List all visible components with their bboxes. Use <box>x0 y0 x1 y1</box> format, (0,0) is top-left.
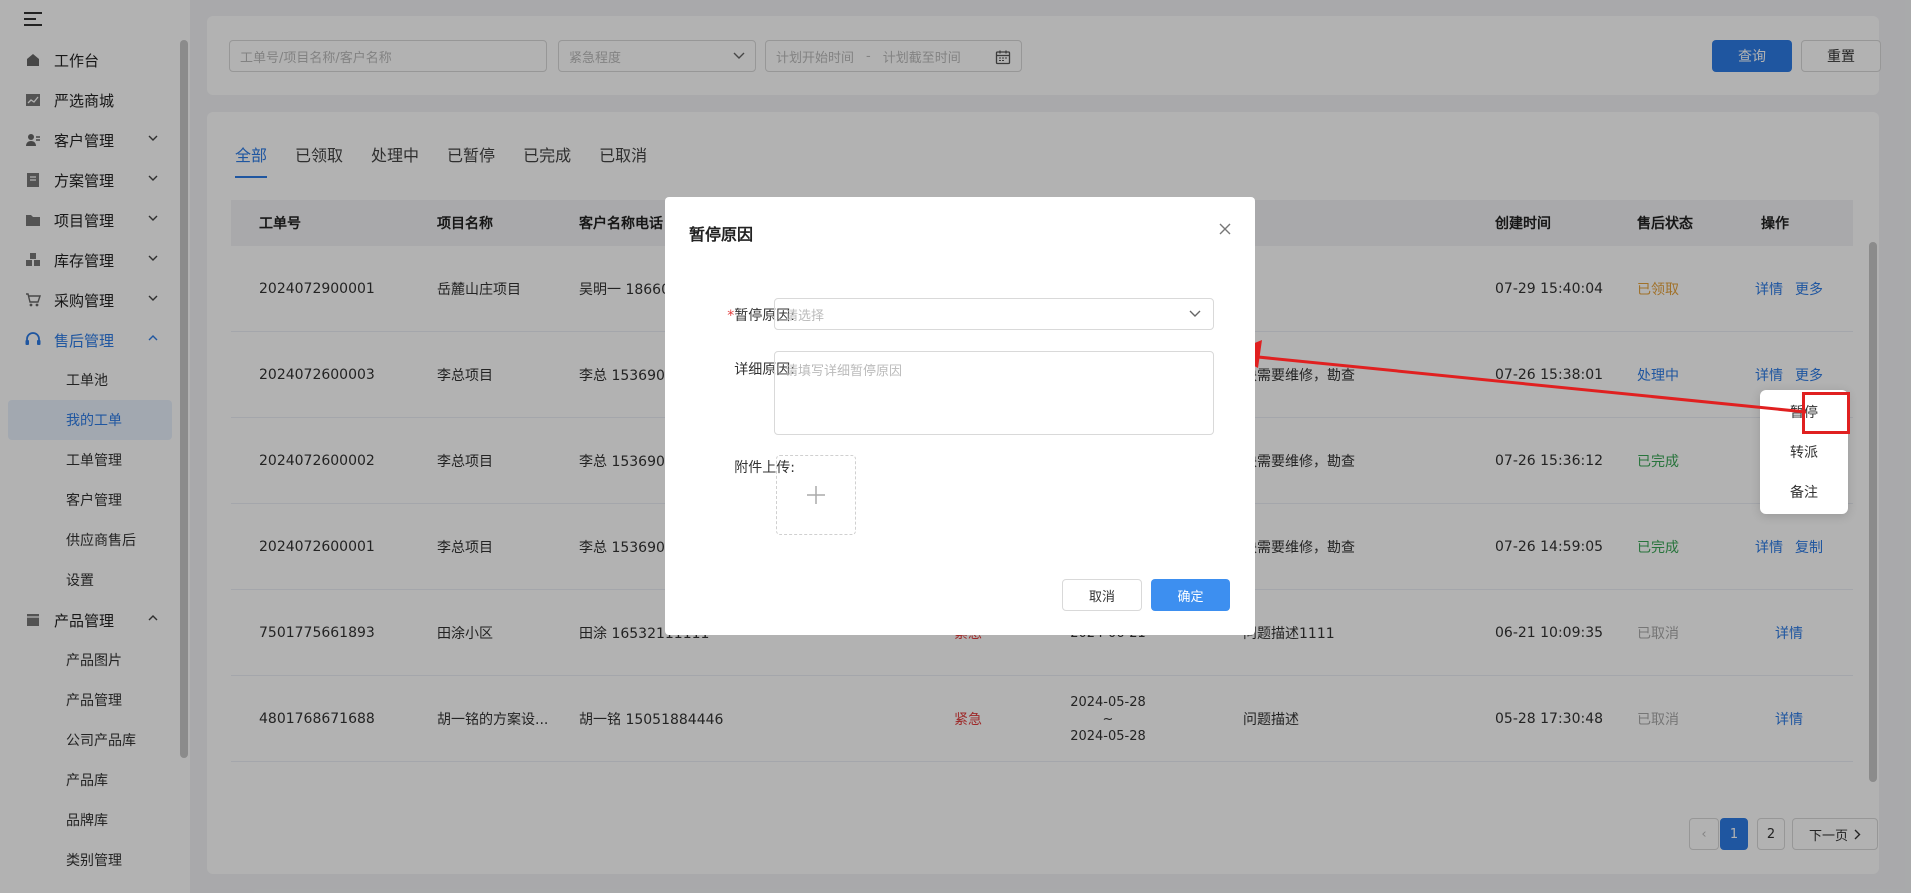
attachment-upload[interactable] <box>776 455 856 535</box>
confirm-button[interactable]: 确定 <box>1151 579 1230 611</box>
pause-reason-dialog: 暂停原因 *暂停原因: 请选择 详细原因: 请填写详细暂停原因 附件上传: 取消… <box>665 197 1255 635</box>
close-icon[interactable] <box>1217 221 1233 237</box>
reason-placeholder: 请选择 <box>785 308 825 324</box>
detail-placeholder: 请填写详细暂停原因 <box>785 364 903 379</box>
plus-icon <box>807 486 825 504</box>
chevron-down-icon <box>1189 310 1201 317</box>
dialog-title: 暂停原因 <box>689 225 754 244</box>
annotation-highlight-box <box>1802 392 1850 434</box>
cancel-button[interactable]: 取消 <box>1062 579 1142 611</box>
reason-select[interactable]: 请选择 <box>774 298 1214 330</box>
dropdown-item-transfer[interactable]: 转派 <box>1760 432 1848 472</box>
detail-reason-textarea[interactable]: 请填写详细暂停原因 <box>774 351 1214 435</box>
dropdown-item-note[interactable]: 备注 <box>1760 472 1848 512</box>
